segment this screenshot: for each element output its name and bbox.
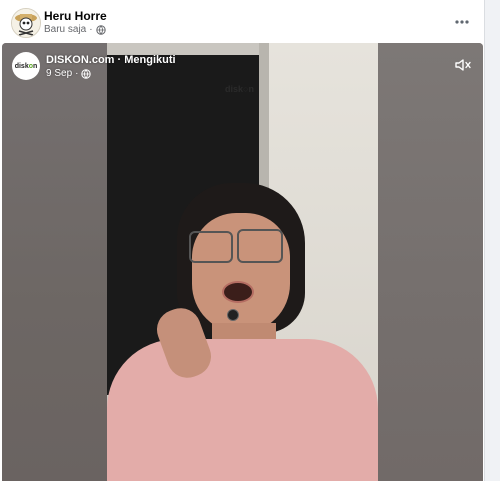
video-watermark: disk○n (225, 84, 254, 94)
video-blur-right (378, 43, 483, 481)
author-name[interactable]: Heru Horre (44, 9, 107, 23)
meta-separator: · (89, 24, 93, 35)
globe-icon (81, 68, 92, 79)
post-timestamp[interactable]: Baru saja (44, 24, 86, 35)
page-avatar[interactable]: disk o n (12, 52, 40, 80)
follow-status[interactable]: Mengikuti (124, 54, 175, 66)
more-options-button[interactable] (452, 12, 472, 32)
video-blur-left (2, 43, 107, 481)
glasses-left (189, 231, 233, 263)
more-horizontal-icon (455, 20, 469, 24)
page-avatar-text-1: disk (14, 62, 29, 70)
page-name-line: DISKON.com · Mengikuti (46, 54, 176, 66)
person-mouth (222, 281, 254, 303)
video-player[interactable]: disk○n disk o n DISKON.com · Mengikuti 9 S… (2, 43, 483, 481)
page-separator: · (117, 54, 122, 66)
page-name[interactable]: DISKON.com (46, 54, 114, 66)
person-shirt (107, 339, 378, 481)
post-meta: Baru saja · (44, 24, 106, 35)
avatar-image (12, 9, 40, 37)
video-date[interactable]: 9 Sep (46, 68, 72, 79)
clip-microphone (227, 309, 239, 321)
video-separator: · (75, 68, 79, 79)
glasses-right (237, 229, 283, 263)
post-card: Heru Horre Baru saja · disk○n disk o n D… (0, 0, 485, 481)
video-frame: disk○n (107, 43, 378, 481)
globe-icon[interactable] (95, 24, 106, 35)
page-avatar-text-3: n (33, 62, 38, 70)
speaker-muted-icon (455, 59, 471, 71)
post-header: Heru Horre Baru saja · (0, 0, 484, 44)
mute-button[interactable] (454, 57, 472, 73)
author-avatar[interactable] (11, 8, 41, 38)
video-meta: 9 Sep · (46, 68, 92, 79)
